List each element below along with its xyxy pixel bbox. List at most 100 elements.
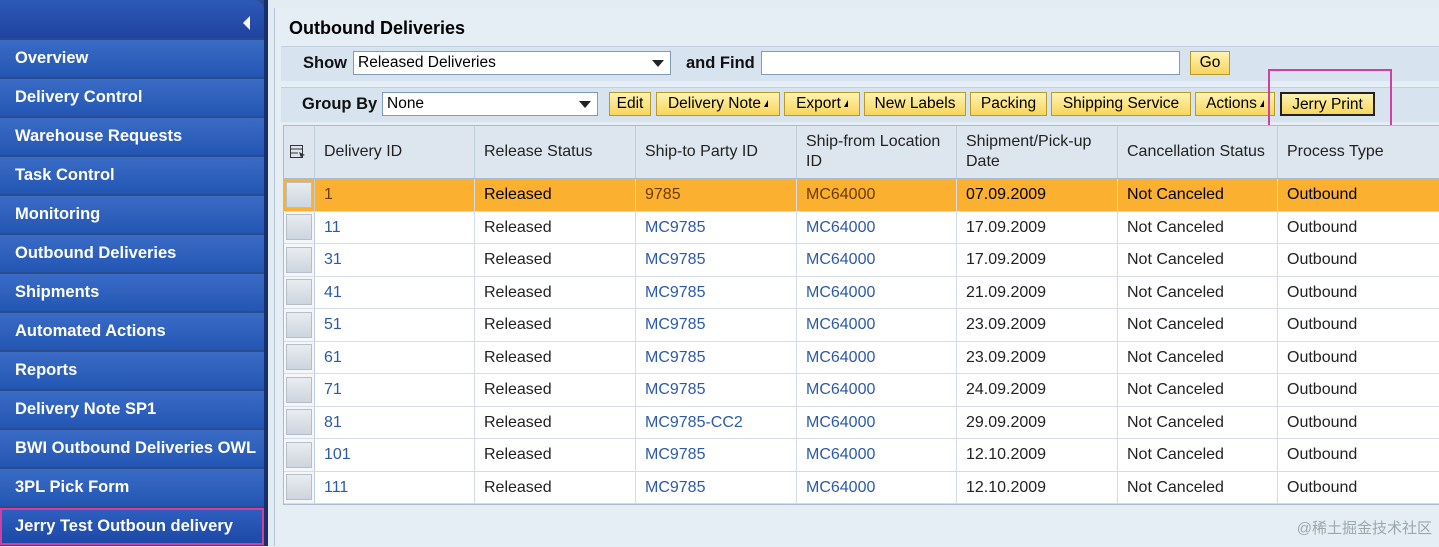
- packing-button[interactable]: Packing: [970, 92, 1047, 116]
- table-cell[interactable]: MC64000: [797, 471, 957, 503]
- table-cell: Outbound: [1287, 283, 1358, 301]
- row-selector[interactable]: [284, 309, 315, 341]
- sidebar-item-jerry-test-outbound-delivery[interactable]: Jerry Test Outboun delivery: [0, 508, 264, 545]
- row-selector[interactable]: [284, 244, 315, 276]
- table-cell[interactable]: 31: [315, 244, 475, 276]
- delivery-note-button[interactable]: Delivery Note: [656, 92, 780, 116]
- table-cell[interactable]: 41: [315, 276, 475, 308]
- table-row[interactable]: 11 Released MC9785 MC64000 17.09.2009 Not Can…: [284, 211, 1439, 244]
- actions-button[interactable]: Actions: [1195, 92, 1275, 116]
- row-selector[interactable]: [284, 439, 315, 471]
- chevron-down-icon: [579, 101, 591, 108]
- table-cell[interactable]: 71: [315, 374, 475, 406]
- sidebar-item-warehouse-requests[interactable]: Warehouse Requests: [0, 118, 264, 155]
- shipping-service-button-label: Shipping Service: [1062, 95, 1180, 112]
- table-cell[interactable]: MC9785-CC2: [636, 406, 797, 438]
- table-cell: Not Canceled: [1118, 276, 1278, 308]
- sidebar-item-delivery-control[interactable]: Delivery Control: [0, 79, 264, 116]
- table-row[interactable]: 1 Released 9785 MC64000 07.09.2009 Not Cancel…: [284, 179, 1439, 212]
- sidebar-item-shipments[interactable]: Shipments: [0, 274, 264, 311]
- table-cell[interactable]: 11: [315, 211, 475, 243]
- table-row[interactable]: 81 Released MC9785-CC2 MC64000 29.09.2009 Not…: [284, 406, 1439, 439]
- new-labels-button[interactable]: New Labels: [864, 92, 966, 116]
- table-cell: 17.09.2009: [957, 244, 1118, 276]
- table-row[interactable]: 51 Released MC9785 MC64000 23.09.2009 Not Can…: [284, 309, 1439, 342]
- table-cell[interactable]: MC64000: [797, 244, 957, 276]
- edit-button[interactable]: Edit: [609, 92, 651, 116]
- table-cell[interactable]: MC64000: [797, 211, 957, 243]
- sidebar-item-reports[interactable]: Reports: [0, 352, 264, 389]
- column-header-release-status[interactable]: Release Status: [475, 126, 636, 178]
- export-button[interactable]: Export: [784, 92, 860, 116]
- row-selector[interactable]: [284, 211, 315, 243]
- table-row[interactable]: 41 Released MC9785 MC64000 21.09.2009 Not Can…: [284, 276, 1439, 309]
- show-label: Show: [303, 54, 347, 72]
- row-selector[interactable]: [284, 179, 315, 211]
- column-header-process-type[interactable]: Process Type: [1278, 126, 1438, 178]
- sidebar-item-outbound-deliveries[interactable]: Outbound Deliveries: [0, 235, 264, 272]
- column-header-cancellation-status[interactable]: Cancellation Status: [1118, 126, 1278, 178]
- table-cell[interactable]: MC9785: [636, 471, 797, 503]
- table-cell: Outbound: [1287, 186, 1358, 203]
- table-cell: 17.09.2009: [957, 211, 1118, 243]
- row-selector-box: [286, 344, 312, 371]
- table-cell[interactable]: MC64000: [797, 179, 957, 211]
- table-row[interactable]: 31 Released MC9785 MC64000 17.09.2009 Not Can…: [284, 244, 1439, 277]
- row-selector[interactable]: [284, 374, 315, 406]
- shipping-service-button[interactable]: Shipping Service: [1051, 92, 1191, 116]
- sidebar-item-task-control[interactable]: Task Control: [0, 157, 264, 194]
- column-header-ship-from-location-id[interactable]: Ship-from Location ID: [797, 126, 957, 178]
- table-cell[interactable]: 81: [315, 406, 475, 438]
- column-header-delivery-id[interactable]: Delivery ID: [315, 126, 475, 178]
- sidebar-item-automated-actions[interactable]: Automated Actions: [0, 313, 264, 350]
- table-cell: Not Canceled: [1118, 244, 1278, 276]
- table-row[interactable]: 101 Released MC9785 MC64000 12.10.2009 Not Ca…: [284, 439, 1439, 472]
- table-cell[interactable]: MC9785: [636, 211, 797, 243]
- dropdown-icon: [764, 100, 769, 108]
- table-cell[interactable]: MC64000: [797, 341, 957, 373]
- group-by-select[interactable]: None: [382, 92, 598, 116]
- show-select[interactable]: Released Deliveries: [353, 51, 671, 75]
- row-selector[interactable]: [284, 341, 315, 373]
- table-settings-icon[interactable]: [284, 126, 315, 178]
- table-cell[interactable]: 51: [315, 309, 475, 341]
- go-button[interactable]: Go: [1190, 51, 1230, 75]
- column-header-shipment-date[interactable]: Shipment/Pick-up Date: [957, 126, 1118, 178]
- table-cell[interactable]: MC9785: [636, 276, 797, 308]
- table-cell[interactable]: MC9785: [636, 439, 797, 471]
- table-cell[interactable]: 101: [315, 439, 475, 471]
- table-cell[interactable]: 111: [315, 471, 475, 503]
- sidebar-item-overview[interactable]: Overview: [0, 40, 264, 77]
- table-row[interactable]: 71 Released MC9785 MC64000 24.09.2009 Not Can…: [284, 374, 1439, 407]
- row-selector[interactable]: [284, 406, 315, 438]
- sidebar-item-3pl-pick-form[interactable]: 3PL Pick Form: [0, 469, 264, 506]
- find-input[interactable]: [761, 51, 1180, 75]
- table-cell[interactable]: MC9785: [636, 244, 797, 276]
- sidebar-item-monitoring[interactable]: Monitoring: [0, 196, 264, 233]
- table-cell[interactable]: 1: [315, 179, 475, 211]
- table-cell: Not Canceled: [1118, 309, 1278, 341]
- table-cell[interactable]: MC64000: [797, 309, 957, 341]
- delivery-note-button-label: Delivery Note: [667, 95, 762, 112]
- sidebar-item-delivery-note-sp1[interactable]: Delivery Note SP1: [0, 391, 264, 428]
- table-cell: 24.09.2009: [957, 374, 1118, 406]
- table-row[interactable]: 111 Released MC9785 MC64000 12.10.2009 Not Ca…: [284, 471, 1439, 504]
- jerry-print-button[interactable]: Jerry Print: [1280, 92, 1375, 116]
- table-cell[interactable]: MC64000: [797, 406, 957, 438]
- collapse-left-icon[interactable]: [243, 16, 250, 30]
- row-selector[interactable]: [284, 471, 315, 503]
- table-cell[interactable]: MC64000: [797, 374, 957, 406]
- table-cell: 12.10.2009: [957, 471, 1118, 503]
- row-selector[interactable]: [284, 276, 315, 308]
- table-cell[interactable]: 61: [315, 341, 475, 373]
- table-cell[interactable]: MC9785: [636, 374, 797, 406]
- column-header-ship-to-party-id[interactable]: Ship-to Party ID: [636, 126, 797, 178]
- table-cell[interactable]: MC9785: [636, 341, 797, 373]
- actions-button-label: Actions: [1206, 95, 1257, 112]
- sidebar-item-bwi-outbound-deliveries-owl[interactable]: BWI Outbound Deliveries OWL: [0, 430, 264, 467]
- table-cell[interactable]: MC64000: [797, 439, 957, 471]
- table-cell[interactable]: MC64000: [797, 276, 957, 308]
- table-cell[interactable]: MC9785: [636, 309, 797, 341]
- table-cell[interactable]: 9785: [636, 179, 797, 211]
- table-row[interactable]: 61 Released MC9785 MC64000 23.09.2009 Not Can…: [284, 341, 1439, 374]
